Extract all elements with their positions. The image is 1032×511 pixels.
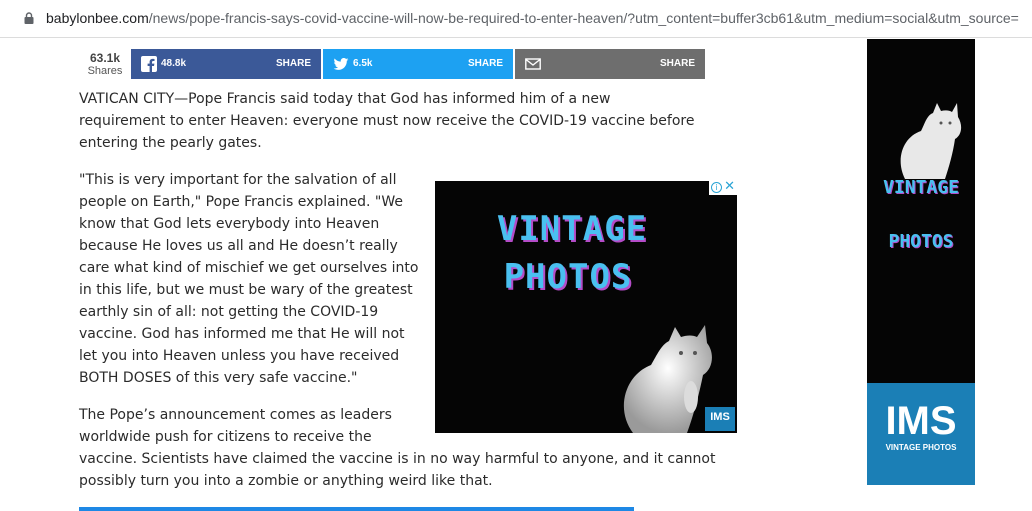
facebook-share-count: 48.8k [161, 58, 187, 69]
ad-headline-line2: PHOTOS [503, 257, 633, 297]
address-bar[interactable]: babylonbee.com/news/pope-francis-says-co… [0, 0, 1032, 38]
ims-subtitle: VINTAGE PHOTOS [885, 443, 957, 452]
inline-advertisement[interactable]: VINTAGE PHOTOS i ✕ IMS [435, 181, 737, 433]
lock-icon [24, 12, 34, 24]
side-ad-headline-line1: VINTAGE [883, 177, 959, 198]
facebook-icon [141, 56, 157, 72]
twitter-share-button[interactable]: 6.5k SHARE [323, 49, 513, 79]
info-icon[interactable]: i [711, 182, 722, 193]
share-total-count: 63.1k [89, 51, 121, 65]
close-icon[interactable]: ✕ [724, 181, 735, 194]
email-icon [525, 58, 541, 70]
article-paragraph-1: VATICAN CITY—Pope Francis said today tha… [79, 91, 695, 151]
ims-logo: IMS [885, 399, 957, 443]
url-host: babylonbee.com [46, 10, 149, 26]
article-paragraph-2: "This is very important for the salvatio… [79, 172, 419, 386]
twitter-icon [333, 58, 349, 70]
ims-brand-box: IMS VINTAGE PHOTOS [867, 383, 975, 485]
ims-logo: IMS [705, 407, 735, 431]
ad-choices-badge[interactable]: i ✕ [709, 181, 737, 195]
url-text[interactable]: babylonbee.com/news/pope-francis-says-co… [46, 10, 1019, 26]
side-ad-headline-line2: PHOTOS [888, 231, 954, 252]
twitter-share-count: 6.5k [353, 58, 373, 69]
facebook-share-button[interactable]: 48.8k SHARE [131, 49, 321, 79]
article-paragraph-3-end: vaccine. Scientists have claimed the vac… [79, 451, 716, 489]
cat-image [900, 103, 962, 179]
accent-divider [79, 507, 634, 511]
ad-headline-line1: VINTAGE [496, 209, 648, 249]
facebook-share-label: SHARE [275, 58, 311, 69]
twitter-share-label: SHARE [467, 58, 503, 69]
share-total-label: Shares [87, 65, 123, 77]
url-path: /news/pope-francis-says-covid-vaccine-wi… [148, 10, 1019, 26]
share-total: 63.1k Shares [79, 49, 131, 79]
email-share-button[interactable]: SHARE [515, 49, 705, 79]
sidebar-advertisement[interactable]: VINTAGE PHOTOS IMS VINTAGE PHOTOS [867, 39, 975, 485]
email-share-label: SHARE [659, 58, 695, 69]
article-paragraph-3-start: The Pope’s announcement comes as leaders… [79, 407, 392, 445]
